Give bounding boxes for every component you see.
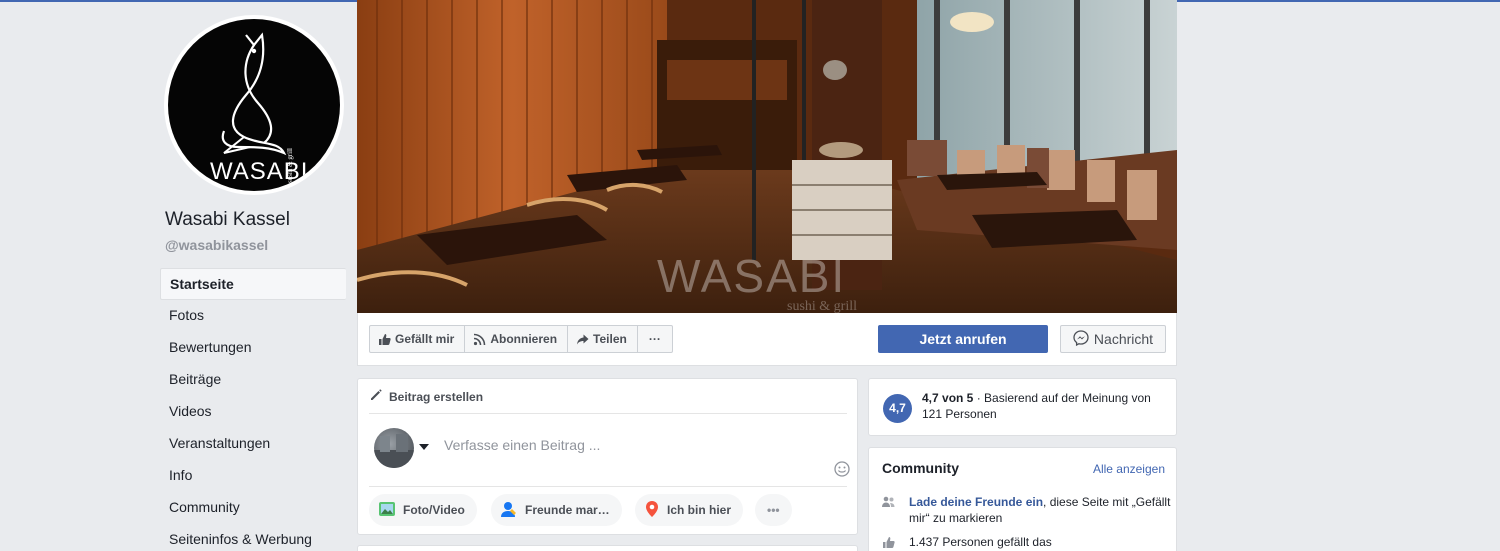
community-title[interactable]: Community: [882, 460, 959, 476]
rating-card: 4,7 4,7 von 5 · Basierend auf der Meinun…: [868, 378, 1177, 436]
nav-item-bewertungen[interactable]: Bewertungen: [160, 332, 346, 364]
cover-watermark: WASABI: [657, 250, 846, 302]
photo-video-label: Foto/Video: [403, 503, 465, 517]
more-composer-options-button[interactable]: •••: [755, 494, 792, 526]
rating-summary: 4,7 von 5 · Basierend auf der Meinung vo…: [922, 390, 1172, 422]
pencil-icon: [369, 388, 383, 405]
likes-row: 1.437 Personen gefällt das: [882, 534, 1052, 551]
cover-watermark-sub: sushi & grill: [787, 299, 857, 313]
cover-photo[interactable]: WASABI sushi & grill: [357, 0, 1177, 313]
nav-item-fotos[interactable]: Fotos: [160, 300, 346, 332]
nav-item-community[interactable]: Community: [160, 492, 346, 524]
call-now-button[interactable]: Jetzt anrufen: [878, 325, 1048, 353]
tag-friend-icon: [500, 500, 518, 521]
like-label: Gefällt mir: [395, 332, 455, 346]
divider: [369, 486, 847, 487]
nav-item-seiteninfos[interactable]: Seiteninfos & Werbung: [160, 524, 346, 551]
next-card: [357, 545, 858, 551]
nav-item-videos[interactable]: Videos: [160, 396, 346, 428]
page-button-group: Gefällt mir Abonnieren Teilen ···: [369, 325, 673, 353]
tag-friends-button[interactable]: Freunde mar…: [491, 494, 622, 526]
page-title[interactable]: Wasabi Kassel: [165, 209, 290, 231]
check-in-label: Ich bin hier: [667, 503, 732, 517]
see-all-link[interactable]: Alle anzeigen: [1093, 462, 1165, 476]
chevron-down-icon[interactable]: [419, 444, 429, 450]
likes-count: 1.437 Personen gefällt das: [909, 535, 1052, 549]
wasabi-logo: WASABI sushi & grill: [168, 19, 340, 191]
tag-friends-label: Freunde mar…: [525, 503, 610, 517]
like-button[interactable]: Gefällt mir: [370, 326, 466, 352]
nav-item-info[interactable]: Info: [160, 460, 346, 492]
post-composer: Beitrag erstellen Verfasse einen Beitrag…: [357, 378, 858, 535]
share-label: Teilen: [593, 332, 627, 346]
nav-item-veranstaltungen[interactable]: Veranstaltungen: [160, 428, 346, 460]
rating-separator: ·: [973, 391, 985, 405]
page-nav: Startseite Fotos Bewertungen Beiträge Vi…: [160, 268, 346, 551]
rss-icon: [473, 333, 486, 346]
invite-friends-link[interactable]: Lade deine Freunde ein: [909, 495, 1043, 509]
subscribe-button[interactable]: Abonnieren: [465, 326, 569, 352]
composer-header[interactable]: Beitrag erstellen: [369, 388, 483, 405]
share-button[interactable]: Teilen: [568, 326, 638, 352]
page-action-bar: Gefällt mir Abonnieren Teilen ··· Jetzt …: [357, 313, 1177, 366]
subscribe-label: Abonnieren: [490, 332, 558, 346]
profile-picture[interactable]: WASABI sushi & grill: [164, 15, 344, 195]
divider: [369, 413, 847, 414]
messenger-icon: [1073, 329, 1089, 349]
photo-video-button[interactable]: Foto/Video: [369, 494, 477, 526]
check-in-button[interactable]: Ich bin hier: [635, 494, 744, 526]
page-handle[interactable]: @wasabikassel: [165, 237, 268, 253]
photo-icon: [378, 500, 396, 521]
community-card: Community Alle anzeigen Lade deine Freun…: [868, 447, 1177, 551]
nav-item-startseite[interactable]: Startseite: [160, 268, 346, 300]
post-text-input[interactable]: Verfasse einen Beitrag ...: [444, 437, 600, 453]
nav-item-beitraege[interactable]: Beiträge: [160, 364, 346, 396]
invite-friends-row: Lade deine Freunde ein, diese Seite mit …: [882, 494, 1176, 526]
composer-title: Beitrag erstellen: [389, 389, 484, 404]
rating-badge[interactable]: 4,7: [883, 394, 912, 423]
thumbs-up-icon: [378, 333, 391, 346]
send-message-button[interactable]: Nachricht: [1060, 325, 1166, 353]
share-arrow-icon: [576, 333, 589, 346]
logo-tagline-text: sushi & grill: [286, 148, 294, 183]
more-options-button[interactable]: ···: [638, 326, 672, 352]
thumbs-up-icon: [882, 534, 895, 551]
message-label: Nachricht: [1093, 331, 1154, 347]
friends-icon: [882, 494, 895, 526]
emoji-icon[interactable]: [834, 461, 850, 477]
location-pin-icon: [644, 500, 660, 521]
rating-score[interactable]: 4,7 von 5: [922, 391, 973, 405]
invite-text: Lade deine Freunde ein, diese Seite mit …: [909, 494, 1176, 526]
avatar[interactable]: [374, 428, 414, 468]
